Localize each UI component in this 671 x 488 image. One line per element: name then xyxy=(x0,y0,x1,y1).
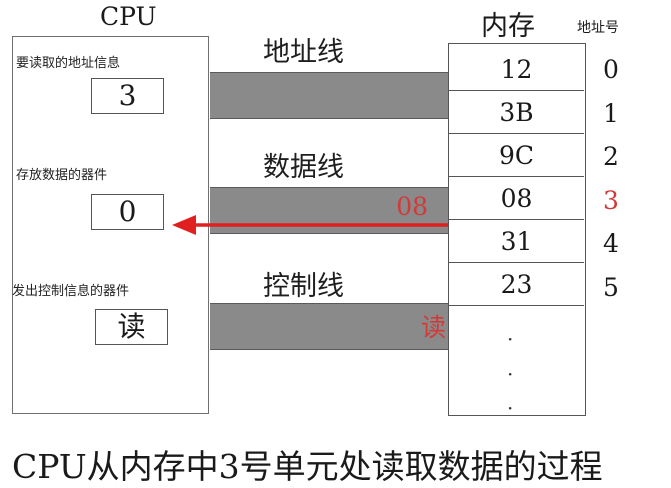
data-store-label: 存放数据的器件 xyxy=(16,168,108,183)
memory-cell-0: 12 xyxy=(449,48,584,91)
address-2: 2 xyxy=(603,142,619,171)
control-bus-label: 控制线 xyxy=(263,271,344,302)
control-bus-value: 读 xyxy=(420,313,446,342)
control-source-label: 发出控制信息的器件 xyxy=(12,284,130,299)
caption: CPU从内存中3号单元处读取数据的过程 xyxy=(12,447,603,486)
memory-cell-1: 3B xyxy=(449,91,584,134)
address-5: 5 xyxy=(603,273,619,302)
data-transfer-arrow xyxy=(172,215,464,235)
ellipsis-dot: · xyxy=(507,327,514,351)
address-1: 1 xyxy=(603,99,619,128)
memory-cell-2: 9C xyxy=(449,134,584,177)
memory-cell-3: 08 xyxy=(449,177,584,220)
memory-title: 内存 xyxy=(481,11,535,42)
ellipsis-dot: · xyxy=(507,396,514,420)
control-register: 读 xyxy=(95,309,168,345)
data-bus-label: 数据线 xyxy=(263,152,344,183)
memory-cell-4: 31 xyxy=(449,220,584,263)
memory-cell-5: 23 xyxy=(449,263,584,306)
address-bus-label: 地址线 xyxy=(263,37,344,68)
address-register: 3 xyxy=(91,78,164,114)
data-register: 0 xyxy=(91,194,164,230)
ellipsis-dot: · xyxy=(507,362,514,386)
address-3: 3 xyxy=(603,186,619,215)
address-source-label: 要读取的地址信息 xyxy=(16,56,121,71)
address-bus xyxy=(210,72,448,119)
address-4: 4 xyxy=(603,229,619,258)
cpu-title: CPU xyxy=(100,2,157,31)
address-header: 地址号 xyxy=(577,20,619,36)
address-0: 0 xyxy=(603,55,619,84)
memory-column: 12 3B 9C 08 31 23 xyxy=(448,43,586,416)
